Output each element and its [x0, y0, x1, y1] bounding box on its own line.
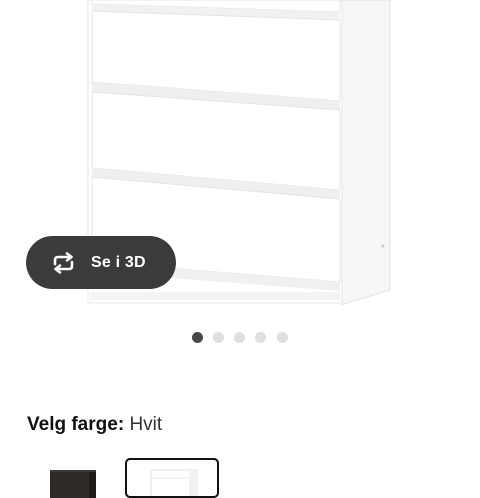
color-selector-label: Velg farge:	[27, 414, 125, 435]
color-swatch-white[interactable]	[125, 458, 219, 498]
carousel-dot-5[interactable]	[277, 332, 288, 343]
black-brown-dresser-thumbnail	[50, 470, 96, 498]
selected-color-value: Hvit	[129, 414, 163, 435]
carousel-dot-2[interactable]	[213, 332, 224, 343]
rotate-3d-icon	[50, 251, 77, 274]
white-dresser-thumbnail	[150, 469, 198, 496]
carousel-dot-3[interactable]	[234, 332, 245, 343]
image-carousel-dots	[0, 332, 480, 344]
carousel-dot-1[interactable]	[192, 332, 203, 343]
view-3d-button[interactable]: Se i 3D	[26, 236, 176, 289]
color-selector-heading: Velg farge: Hvit	[27, 414, 162, 436]
color-swatch-black-brown[interactable]	[44, 458, 104, 498]
carousel-dot-4[interactable]	[255, 332, 266, 343]
view-3d-label: Se i 3D	[91, 253, 146, 271]
